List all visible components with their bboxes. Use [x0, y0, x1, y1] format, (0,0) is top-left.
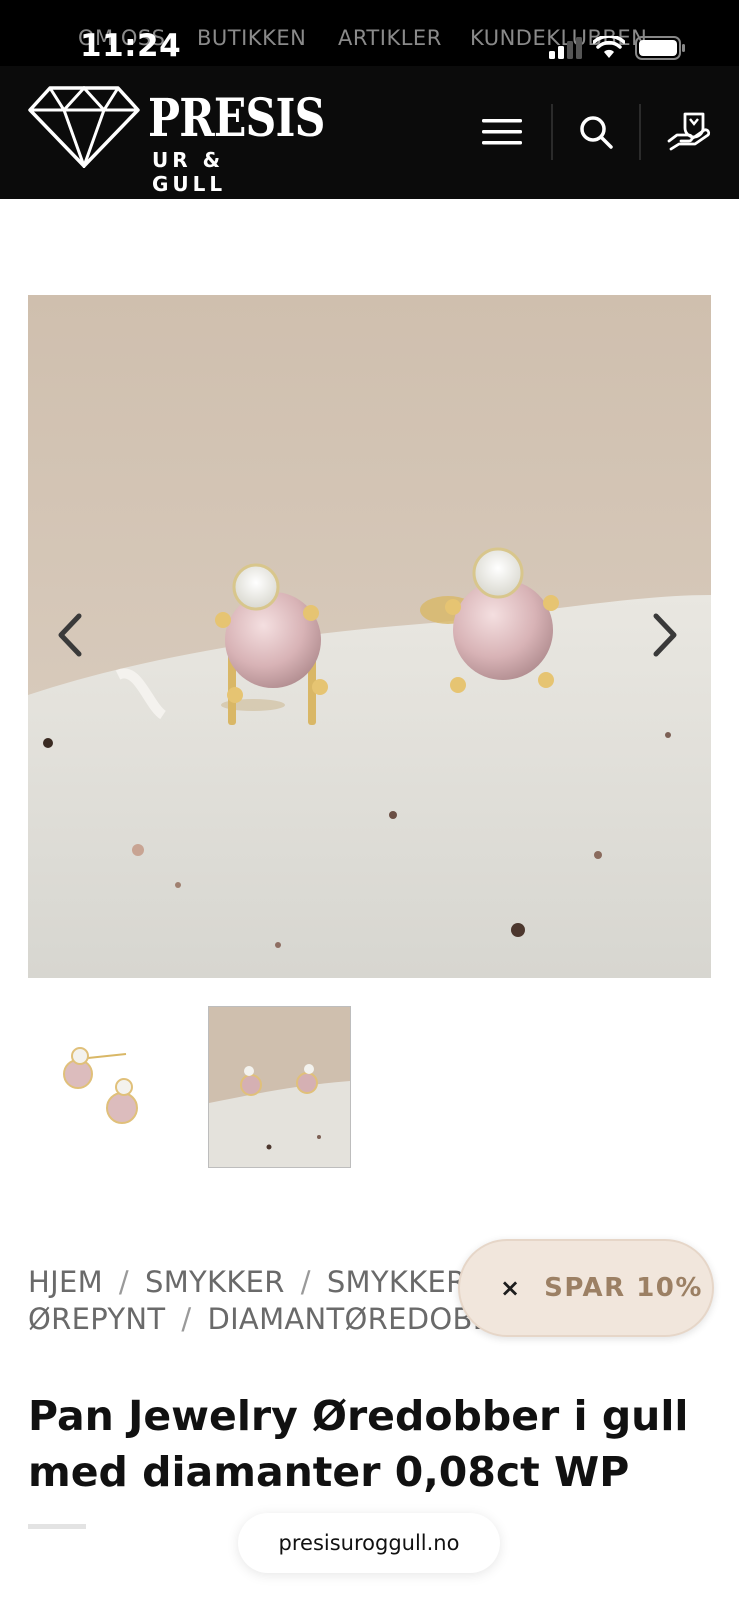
breadcrumb-item[interactable]: ØREPYNT: [28, 1302, 165, 1336]
breadcrumb-item[interactable]: HJEM: [28, 1265, 103, 1299]
breadcrumb-separator: /: [300, 1265, 311, 1299]
thumbnail-photo: [209, 1007, 350, 1167]
search-button[interactable]: [566, 102, 626, 162]
page-root: OM OSS BUTIKKEN ARTIKLER KUNDEKLUBBEN 11…: [0, 0, 739, 1600]
browser-url-bar[interactable]: presisuroggull.no: [238, 1513, 500, 1573]
gallery-prev-button[interactable]: [40, 595, 100, 675]
gallery-thumbnails: [28, 1006, 711, 1168]
thumbnail-1[interactable]: [28, 1006, 171, 1168]
signal-icon: [549, 37, 582, 59]
menu-icon: [482, 119, 522, 145]
brand-logo[interactable]: PRESIS UR & GULL: [28, 84, 325, 196]
product-title: Pan Jewelry Øredobber i gull med diamant…: [28, 1392, 689, 1496]
status-time: 11:24: [80, 28, 182, 64]
account-button[interactable]: [659, 102, 719, 162]
account-icon: [667, 112, 711, 151]
promo-label[interactable]: SPAR 10%: [544, 1273, 703, 1303]
breadcrumb-item[interactable]: SMYKKER: [145, 1265, 285, 1299]
breadcrumb-separator: /: [118, 1265, 129, 1299]
gallery-next-button[interactable]: [635, 595, 695, 675]
wifi-icon: [593, 36, 625, 58]
thumbnail-photo: [28, 1006, 171, 1168]
search-icon: [580, 116, 613, 149]
brand-tagline: UR & GULL: [152, 148, 227, 196]
breadcrumb-item[interactable]: SMYKKER: [327, 1265, 467, 1299]
status-icons: [547, 36, 687, 60]
diamond-logo-icon: [28, 86, 140, 168]
top-nav-item-artikler[interactable]: ARTIKLER: [338, 26, 442, 50]
header-divider: [639, 104, 641, 160]
battery-icon: [635, 36, 685, 60]
chevron-right-icon: [653, 613, 677, 657]
product-image-main[interactable]: [28, 295, 711, 978]
header-divider: [551, 104, 553, 160]
brand-name: PRESIS: [148, 88, 325, 149]
top-nav-item-butikken[interactable]: BUTIKKEN: [197, 26, 306, 50]
menu-button[interactable]: [472, 102, 532, 162]
breadcrumb-separator: /: [181, 1302, 192, 1336]
close-icon[interactable]: ×: [500, 1274, 520, 1302]
site-header: PRESIS UR & GULL: [0, 66, 739, 199]
product-photo: [28, 295, 711, 978]
chevron-left-icon: [58, 613, 82, 657]
promo-pill[interactable]: × SPAR 10%: [458, 1239, 714, 1337]
title-divider: [28, 1524, 86, 1529]
thumbnail-2[interactable]: [208, 1006, 351, 1168]
